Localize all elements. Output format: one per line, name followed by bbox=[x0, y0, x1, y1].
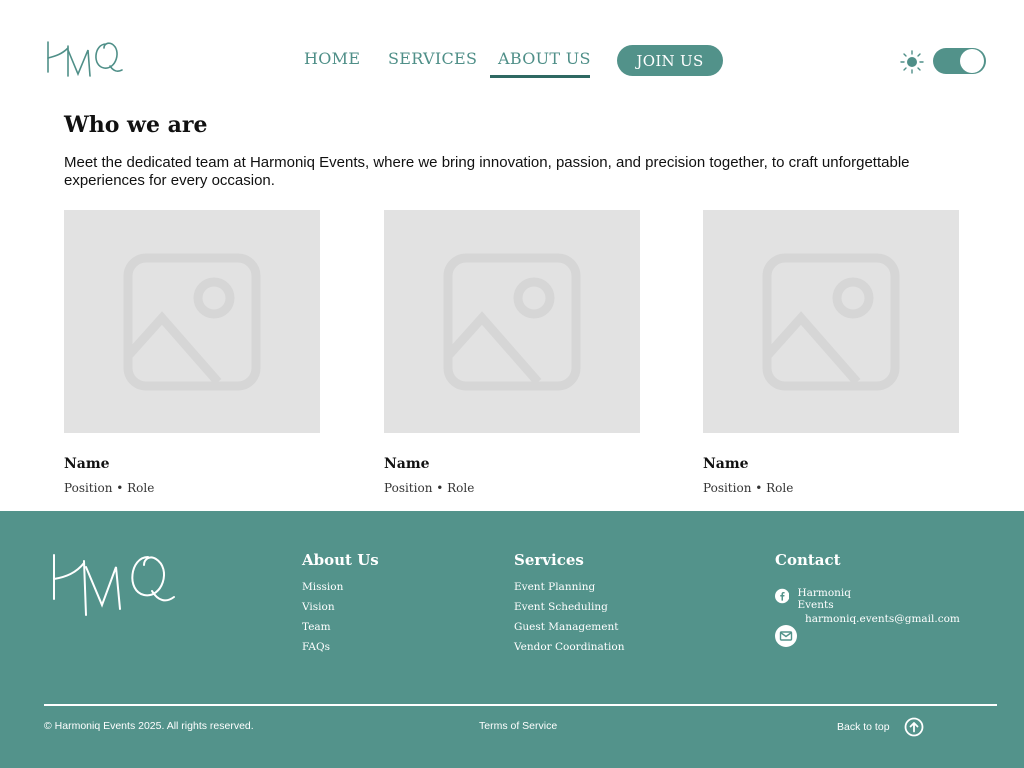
main-nav: HOME SERVICES ABOUT US bbox=[0, 49, 1024, 79]
contact-facebook-text: Harmoniq Events bbox=[797, 587, 852, 611]
member-name: Name bbox=[384, 456, 430, 472]
intro-text: Meet the dedicated team at Harmoniq Even… bbox=[64, 154, 910, 189]
footer-link-faqs[interactable]: FAQs bbox=[302, 641, 379, 654]
copyright-text: © Harmoniq Events 2025. All rights reser… bbox=[44, 720, 254, 732]
footer-link-vendor-coordination[interactable]: Vendor Coordination bbox=[514, 641, 624, 654]
footer-divider bbox=[44, 704, 997, 706]
image-placeholder-icon bbox=[64, 210, 320, 433]
contact-email-text: harmoniq.events@gmail.com bbox=[805, 613, 960, 625]
footer-about-column: About Us Mission Vision Team FAQs bbox=[302, 551, 379, 661]
footer-link-mission[interactable]: Mission bbox=[302, 581, 379, 594]
footer-services-column: Services Event Planning Event Scheduling… bbox=[514, 551, 624, 661]
join-us-button[interactable]: JOIN US bbox=[617, 45, 723, 76]
sun-icon bbox=[900, 50, 924, 74]
footer-link-team[interactable]: Team bbox=[302, 621, 379, 634]
footer-logo[interactable] bbox=[48, 547, 178, 619]
footer-services-heading: Services bbox=[514, 551, 584, 569]
nav-about-us[interactable]: ABOUT US bbox=[498, 49, 591, 68]
arrow-up-circle-icon bbox=[904, 717, 923, 737]
team-card: Name Position • Role bbox=[64, 210, 320, 495]
back-to-top-button[interactable]: Back to top bbox=[837, 717, 924, 737]
member-name: Name bbox=[64, 456, 110, 472]
member-role: Position • Role bbox=[64, 481, 155, 495]
contact-email[interactable]: harmoniq.events@gmail.com bbox=[775, 613, 960, 647]
site-footer: About Us Mission Vision Team FAQs Servic… bbox=[0, 511, 1024, 768]
image-placeholder-icon bbox=[384, 210, 640, 433]
member-role: Position • Role bbox=[703, 481, 794, 495]
nav-services[interactable]: SERVICES bbox=[388, 49, 477, 68]
member-role: Position • Role bbox=[384, 481, 475, 495]
active-nav-indicator bbox=[490, 75, 590, 78]
footer-link-event-scheduling[interactable]: Event Scheduling bbox=[514, 601, 624, 614]
theme-toggle[interactable] bbox=[933, 48, 986, 74]
nav-home[interactable]: HOME bbox=[304, 49, 360, 68]
footer-link-event-planning[interactable]: Event Planning bbox=[514, 581, 624, 594]
terms-of-service-link[interactable]: Terms of Service bbox=[479, 720, 557, 732]
member-name: Name bbox=[703, 456, 749, 472]
team-card: Name Position • Role bbox=[703, 210, 959, 495]
footer-about-heading: About Us bbox=[302, 551, 379, 569]
contact-facebook[interactable]: Harmoniq Events bbox=[775, 585, 859, 611]
back-to-top-label: Back to top bbox=[837, 721, 890, 733]
team-card: Name Position • Role bbox=[384, 210, 640, 495]
facebook-icon bbox=[775, 588, 790, 604]
page-title: Who we are bbox=[64, 112, 208, 138]
footer-link-guest-management[interactable]: Guest Management bbox=[514, 621, 624, 634]
image-placeholder-icon bbox=[703, 210, 959, 433]
footer-contact-column: Contact Harmoniq Events harmoniq.events@… bbox=[775, 551, 960, 647]
footer-link-vision[interactable]: Vision bbox=[302, 601, 379, 614]
toggle-knob bbox=[960, 49, 984, 73]
mail-icon bbox=[775, 625, 797, 647]
footer-contact-heading: Contact bbox=[775, 551, 841, 569]
